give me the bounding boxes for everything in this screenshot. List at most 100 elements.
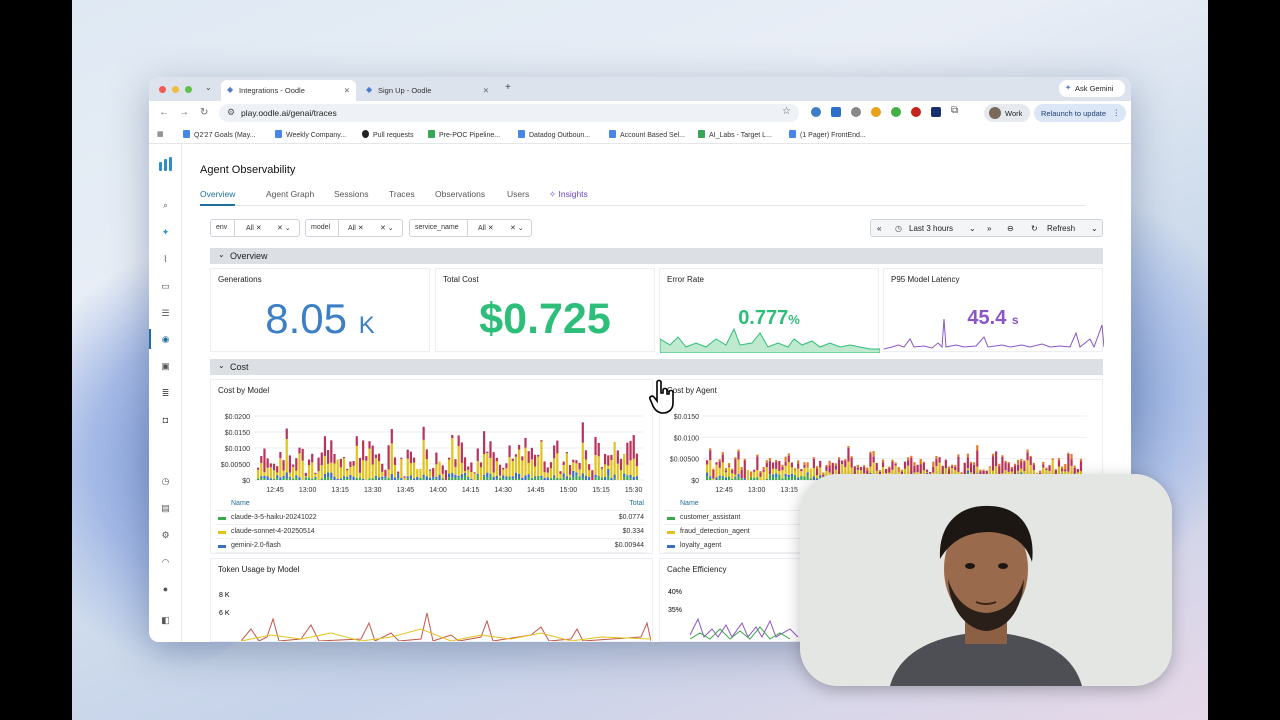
bar-segment (762, 469, 765, 472)
zoom-out-icon[interactable]: ⊖ (1007, 224, 1014, 233)
bar-segment (276, 478, 279, 480)
site-info-icon[interactable]: ⚙ (227, 107, 235, 118)
tab-users[interactable]: Users (507, 189, 529, 199)
tab-overview[interactable]: Overview (200, 189, 236, 206)
step-back-icon[interactable]: « (877, 224, 881, 233)
tab-insights[interactable]: ✧ Insights (549, 189, 588, 200)
y-tick: $0.00500 (221, 462, 250, 469)
bookmark-item[interactable]: Weekly Company... (275, 130, 346, 139)
refresh-icon[interactable]: ↻ (1031, 224, 1038, 233)
more-menu-icon[interactable]: ⋮ (1113, 108, 1121, 117)
extension-icon[interactable] (811, 107, 821, 117)
mail-icon[interactable]: ▭ (160, 281, 171, 292)
url-field[interactable]: ⚙ play.oodle.ai/genai/traces ☆ (219, 104, 799, 122)
extensions-puzzle-icon[interactable]: ⧉ (951, 105, 958, 116)
bar-segment (819, 460, 822, 468)
extension-icon[interactable] (831, 107, 841, 117)
filter-model[interactable]: model All ✕ ✕ ⌄ (305, 219, 403, 237)
sparkle-icon[interactable]: ✦ (160, 227, 171, 238)
clear-and-dropdown-icon[interactable]: ✕ ⌄ (380, 224, 394, 232)
filter-chip[interactable]: All ✕ (348, 224, 364, 232)
section-cost-header[interactable]: ⌄ Cost (210, 359, 1103, 375)
maximize-window-icon[interactable] (185, 86, 192, 93)
bookmark-item[interactable]: Pull requests (362, 130, 413, 139)
reload-icon[interactable]: ↻ (200, 107, 208, 118)
panel-icon[interactable]: ◧ (160, 615, 171, 626)
ask-gemini-button[interactable]: ✦ Ask Gemini (1059, 80, 1125, 97)
filter-env[interactable]: env All ✕ ✕ ⌄ (210, 219, 300, 237)
tab-signup[interactable]: ◆ Sign Up - Oodle ✕ (360, 80, 495, 101)
filter-service-name[interactable]: service_name All ✕ ✕ ⌄ (409, 219, 532, 237)
filter-chip[interactable]: All ✕ (478, 224, 494, 232)
bar-segment (505, 463, 508, 469)
close-tab-icon[interactable]: ✕ (483, 86, 489, 95)
bookmark-item[interactable]: (1 Pager) FrontEnd... (789, 130, 866, 139)
new-tab-button[interactable]: + (505, 82, 511, 93)
bookmark-star-icon[interactable]: ☆ (782, 106, 791, 117)
chart-title: Token Usage by Model (218, 565, 300, 574)
bar-segment (537, 476, 540, 480)
bar-segment (438, 461, 441, 475)
bar-segment (753, 477, 756, 480)
close-tab-icon[interactable]: ✕ (344, 86, 350, 95)
tab-observations[interactable]: Observations (435, 189, 485, 199)
extension-icon[interactable] (851, 107, 861, 117)
step-forward-icon[interactable]: » (987, 224, 991, 233)
bookmark-item[interactable]: Datadog Outboun... (518, 130, 590, 139)
circle-icon[interactable]: ● (160, 584, 171, 595)
gear-icon[interactable]: ⚙ (160, 530, 171, 541)
bar-segment (721, 462, 724, 477)
bar-segment (460, 474, 463, 479)
chevron-down-icon[interactable]: ⌄ (969, 224, 976, 233)
bar-segment (346, 468, 349, 471)
time-range-select[interactable]: Last 3 hours (909, 224, 953, 233)
profile-button[interactable]: Work (984, 104, 1030, 122)
desktop-icon[interactable]: ▤ (160, 503, 171, 514)
bar-segment (1079, 458, 1083, 462)
tab-sessions[interactable]: Sessions (334, 189, 369, 199)
bar-segment (298, 447, 301, 454)
legend-row[interactable]: gemini-2.0-flash $0.00944 (215, 540, 647, 553)
forward-icon[interactable]: → (179, 107, 189, 118)
list-icon[interactable]: ☰ (160, 308, 171, 319)
clock-icon[interactable]: ◷ (160, 476, 171, 487)
back-icon[interactable]: ← (159, 107, 169, 118)
headset-icon[interactable]: ◠ (160, 557, 171, 568)
search-icon[interactable]: ⌕ (160, 200, 171, 211)
chart-icon[interactable]: ⌇ (160, 254, 171, 265)
monitor-icon[interactable]: ▣ (160, 361, 171, 372)
bookmark-item[interactable]: Account Based Sel... (609, 130, 685, 139)
relaunch-button[interactable]: Relaunch to update ⋮ (1034, 104, 1126, 122)
database-icon[interactable]: ≣ (160, 388, 171, 399)
extension-icon[interactable] (911, 107, 921, 117)
bar-segment (470, 472, 473, 479)
section-overview-header[interactable]: ⌄ Overview (210, 248, 1103, 264)
bar-segment (432, 468, 435, 477)
tab-traces[interactable]: Traces (389, 189, 415, 199)
extension-icon[interactable] (891, 107, 901, 117)
tab-integrations[interactable]: ◆ Integrations - Oodle ✕ (221, 80, 356, 101)
chevron-down-icon[interactable]: ⌄ (1091, 224, 1098, 233)
bookmark-item[interactable]: Q2'27 Goals (May... (183, 130, 256, 139)
oodle-logo-icon[interactable] (157, 156, 174, 173)
tab-agent-graph[interactable]: Agent Graph (266, 189, 314, 199)
legend-row[interactable]: claude-3-5-haiku-20241022 $0.0774 (215, 512, 647, 525)
minimize-window-icon[interactable] (172, 86, 179, 93)
close-window-icon[interactable] (159, 86, 166, 93)
bookmark-item[interactable]: Pre-POC Pipeline... (428, 130, 500, 139)
extension-icon[interactable] (871, 107, 881, 117)
chart-title: Cache Efficiency (667, 565, 727, 574)
clear-and-dropdown-icon[interactable]: ✕ ⌄ (510, 224, 524, 232)
tab-search-icon[interactable]: ⌄ (205, 83, 212, 92)
extension-icon[interactable] (931, 107, 941, 117)
legend-row[interactable]: claude-sonnet-4-20250514 $0.334 (215, 526, 647, 539)
bell-icon[interactable]: ◘ (160, 415, 171, 426)
bar-segment (454, 459, 457, 468)
clear-and-dropdown-icon[interactable]: ✕ ⌄ (277, 224, 291, 232)
bar-segment (1076, 469, 1079, 473)
eye-icon[interactable]: ◉ (160, 334, 171, 345)
refresh-button[interactable]: Refresh (1047, 224, 1075, 233)
apps-grid-icon[interactable]: ▦ (157, 130, 164, 138)
filter-chip[interactable]: All ✕ (246, 224, 262, 232)
bookmark-item[interactable]: AI_Labs - Target L... (698, 130, 772, 139)
